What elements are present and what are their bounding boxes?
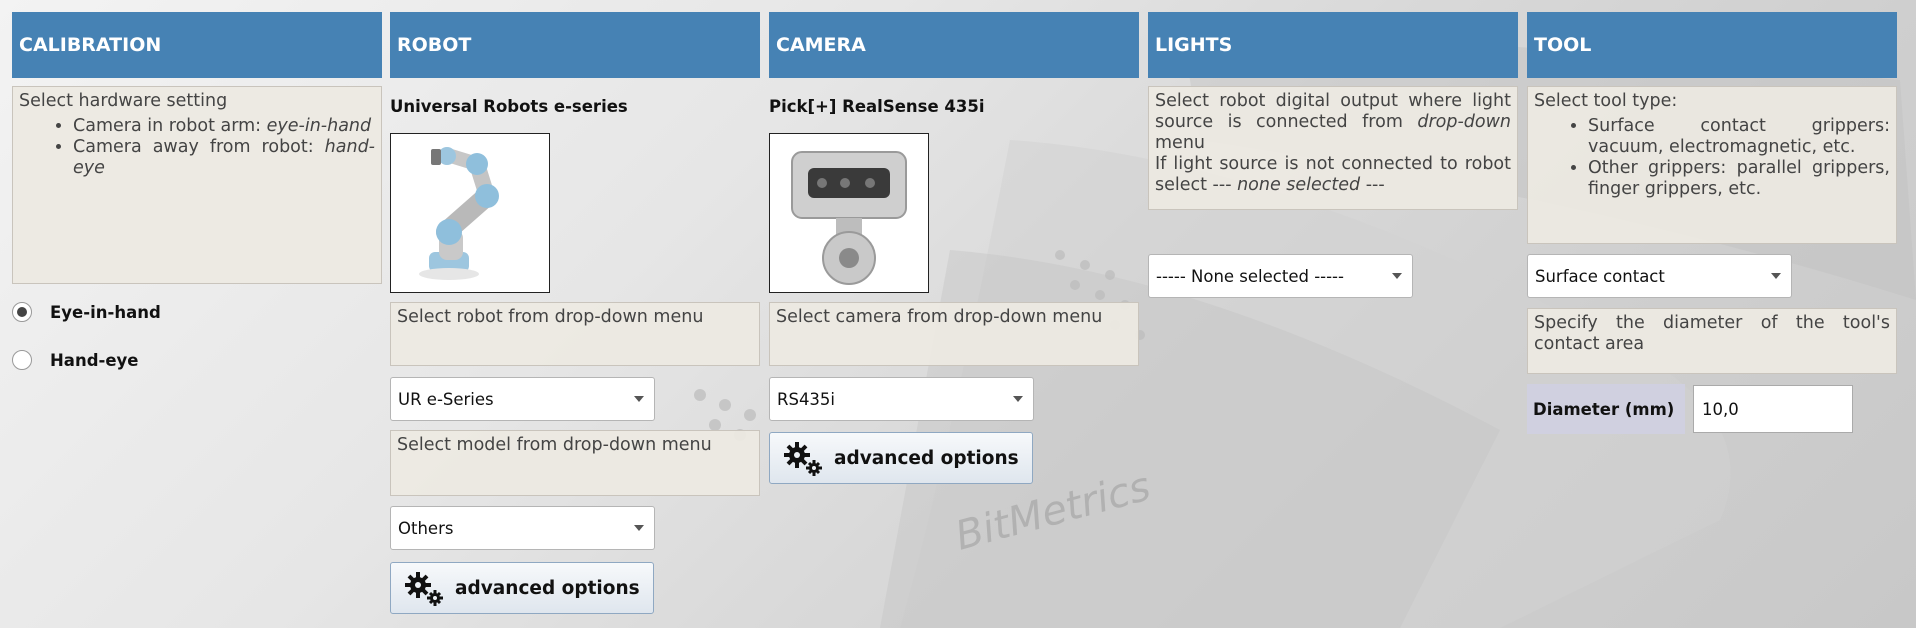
radio-hand-eye[interactable]: Hand-eye [12, 350, 139, 370]
robot-select[interactable]: UR e-Series [390, 377, 655, 421]
calibration-info: Select hardware setting Camera in robot … [12, 86, 382, 284]
tool-type-select[interactable]: Surface contact [1527, 254, 1792, 298]
calibration-info-list: Camera in robot arm: eye-in-hand Camera … [19, 116, 375, 179]
radio-button-selected[interactable] [12, 302, 32, 322]
gears-icon [405, 572, 443, 606]
camera-name: Pick[+] RealSense 435i [769, 97, 985, 116]
camera-advanced-options-button[interactable]: advanced options [769, 432, 1033, 484]
robot-select-info: Select robot from drop-down menu [390, 302, 760, 366]
lights-info-line-1: Select robot digital output where light … [1155, 91, 1511, 153]
tool-type-value: Surface contact [1535, 266, 1665, 286]
camera-image [769, 133, 929, 293]
model-select[interactable]: Others [390, 506, 655, 550]
calibration-column: CALIBRATION [12, 12, 382, 78]
robot-arm-image [390, 133, 550, 293]
light-output-value: ----- None selected ----- [1156, 266, 1344, 286]
list-item: Camera away from robot: hand-eye [73, 137, 375, 179]
radio-label: Hand-eye [50, 350, 139, 370]
advanced-options-label: advanced options [834, 447, 1019, 469]
radio-eye-in-hand[interactable]: Eye-in-hand [12, 302, 161, 322]
tool-header: TOOL [1527, 12, 1897, 78]
robot-name: Universal Robots e-series [390, 97, 628, 116]
camera-select[interactable]: RS435i [769, 377, 1034, 421]
light-output-select[interactable]: ----- None selected ----- [1148, 254, 1413, 298]
robot-header: ROBOT [390, 12, 760, 78]
tool-info: Select tool type: Surface contact grippe… [1527, 86, 1897, 244]
tool-column: TOOL [1527, 12, 1897, 78]
chevron-down-icon [1013, 396, 1023, 402]
radio-button[interactable] [12, 350, 32, 370]
camera-column: CAMERA [769, 12, 1139, 78]
robot-select-value: UR e-Series [398, 389, 494, 409]
lights-column: LIGHTS [1148, 12, 1518, 78]
list-item: Surface contact grippers: vacuum, electr… [1588, 116, 1890, 158]
lights-info-line-2: If light source is not connected to robo… [1155, 154, 1511, 195]
chevron-down-icon [634, 525, 644, 531]
chevron-down-icon [1771, 273, 1781, 279]
chevron-down-icon [1392, 273, 1402, 279]
robot-column: ROBOT [390, 12, 760, 78]
list-item: Other grippers: parallel grippers, finge… [1588, 158, 1890, 200]
diameter-label: Diameter (mm) [1527, 384, 1685, 434]
calibration-info-heading: Select hardware setting [19, 91, 228, 111]
tool-info-list: Surface contact grippers: vacuum, electr… [1534, 116, 1890, 200]
robot-advanced-options-button[interactable]: advanced options [390, 562, 654, 614]
diameter-input[interactable] [1693, 385, 1853, 433]
lights-info: Select robot digital output where light … [1148, 86, 1518, 210]
list-item: Camera in robot arm: eye-in-hand [73, 116, 375, 137]
tool-diameter-info: Specify the diameter of the tool's conta… [1527, 308, 1897, 374]
gears-icon [784, 442, 822, 476]
model-select-info: Select model from drop-down menu [390, 430, 760, 496]
radio-label: Eye-in-hand [50, 302, 161, 322]
tool-info-heading: Select tool type: [1534, 91, 1678, 111]
chevron-down-icon [634, 396, 644, 402]
model-select-value: Others [398, 518, 454, 538]
camera-select-info: Select camera from drop-down menu [769, 302, 1139, 366]
camera-header: CAMERA [769, 12, 1139, 78]
calibration-header: CALIBRATION [12, 12, 382, 78]
camera-select-value: RS435i [777, 389, 836, 409]
advanced-options-label: advanced options [455, 577, 640, 599]
lights-header: LIGHTS [1148, 12, 1518, 78]
